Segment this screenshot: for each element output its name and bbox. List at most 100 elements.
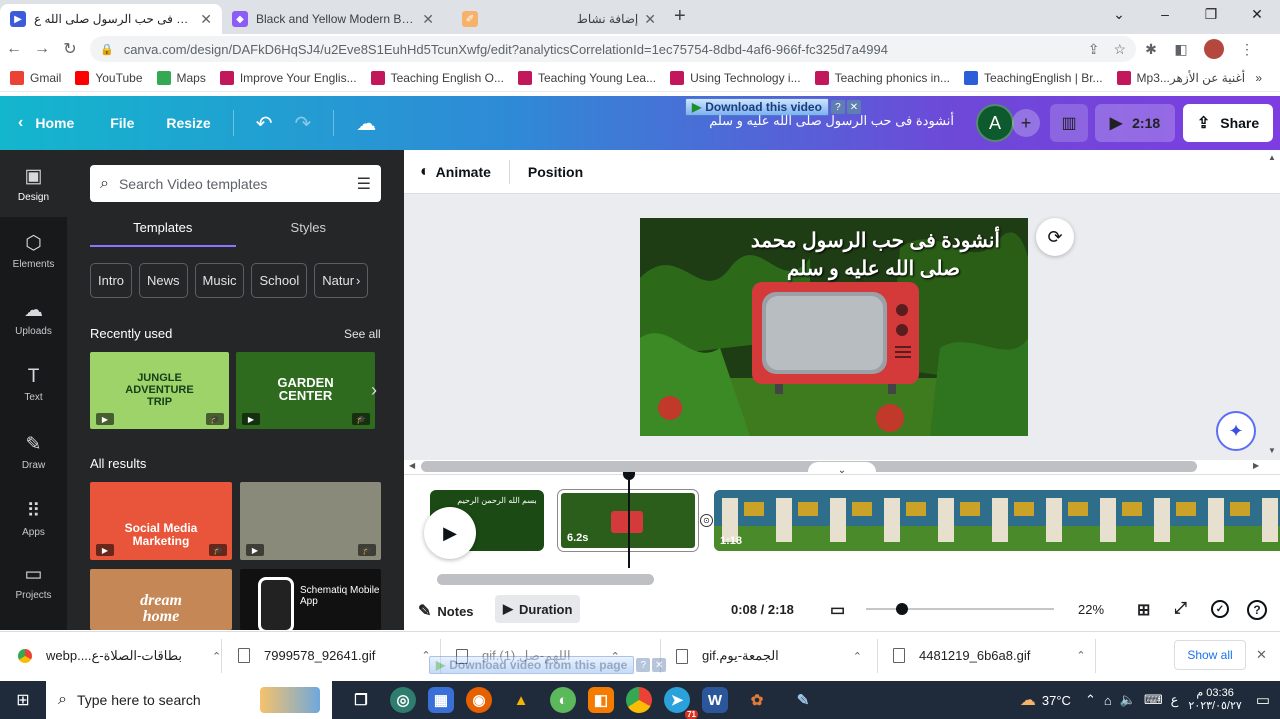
- chip-intro[interactable]: Intro: [90, 263, 133, 298]
- timeline-audio-clip[interactable]: 1:18: [714, 490, 1280, 551]
- chrome-icon[interactable]: [626, 687, 652, 713]
- position-button[interactable]: Position: [528, 164, 583, 180]
- add-collaborator-button[interactable]: +: [1012, 109, 1040, 137]
- scroll-right-icon[interactable]: ▶: [1253, 461, 1259, 470]
- close-tab-icon[interactable]: ✕: [200, 11, 212, 28]
- temperature[interactable]: 37°C: [1042, 693, 1071, 708]
- rail-item-text[interactable]: T Text: [0, 351, 67, 418]
- playhead[interactable]: [628, 476, 630, 568]
- new-tab-button[interactable]: +: [674, 5, 686, 28]
- share-page-icon[interactable]: ⇪: [1088, 41, 1100, 58]
- scroll-up-icon[interactable]: ▲: [1268, 153, 1276, 162]
- clip-handle-icon[interactable]: ⊙: [700, 514, 713, 527]
- bookmark-gmail[interactable]: Gmail: [10, 70, 61, 85]
- network-icon[interactable]: ⌨: [1144, 692, 1163, 708]
- volume-icon[interactable]: 🔈: [1120, 692, 1136, 708]
- chevron-up-icon[interactable]: ⌃: [1085, 692, 1096, 708]
- chip-music[interactable]: Music: [194, 263, 245, 298]
- weather-icon[interactable]: ☁: [1020, 690, 1036, 710]
- cloud-sync-icon[interactable]: ☁: [356, 111, 376, 136]
- scroll-down-icon[interactable]: ▼: [1268, 446, 1276, 455]
- help-icon[interactable]: ?: [830, 100, 845, 114]
- profile-avatar[interactable]: [1204, 39, 1224, 59]
- bookmark-maps[interactable]: Maps: [156, 70, 206, 85]
- windows-start-icon[interactable]: ⊞: [0, 681, 46, 719]
- grid-view-icon[interactable]: ⊞: [1137, 600, 1150, 620]
- design-canvas[interactable]: أنشودة فى حب الرسول محمد صلى الله عليه و…: [640, 218, 1028, 436]
- bookmark-item[interactable]: Teaching English O...: [370, 70, 504, 85]
- download-item[interactable]: 7999578_92641.gif ⌃: [238, 648, 431, 663]
- home-button[interactable]: ‹ Home: [18, 114, 74, 132]
- help-icon[interactable]: ?: [636, 658, 651, 672]
- see-all-link[interactable]: See all: [344, 327, 381, 341]
- chevron-up-icon[interactable]: ⌃: [853, 650, 862, 663]
- undo-icon[interactable]: ↶: [256, 111, 273, 136]
- file-button[interactable]: File: [110, 115, 134, 131]
- close-downloads-icon[interactable]: ✕: [1256, 647, 1267, 663]
- task-view-icon[interactable]: ❐: [344, 683, 378, 717]
- language-indicator[interactable]: ع: [1171, 692, 1179, 708]
- check-icon[interactable]: ✓: [1211, 600, 1229, 618]
- bookmark-youtube[interactable]: YouTube: [75, 70, 143, 85]
- app-icon[interactable]: ◧: [588, 687, 614, 713]
- menu-icon[interactable]: ⋮: [1232, 41, 1262, 58]
- rail-item-draw[interactable]: ✎ Draw: [0, 418, 67, 485]
- store-icon[interactable]: ▦: [428, 687, 454, 713]
- app-icon[interactable]: ✿: [740, 683, 774, 717]
- help-button[interactable]: ?: [1247, 600, 1267, 620]
- close-window-icon[interactable]: ✕: [1234, 0, 1280, 28]
- bookmark-item[interactable]: Teaching phonics in...: [814, 70, 950, 85]
- paint-icon[interactable]: ◐: [550, 687, 576, 713]
- close-tab-icon[interactable]: ✕: [644, 11, 656, 28]
- extensions-icon[interactable]: ✱: [1136, 41, 1166, 58]
- magic-sparkle-icon[interactable]: ✦: [1216, 411, 1256, 451]
- template-search-input[interactable]: ⌕ Search Video templates ☰: [90, 165, 381, 202]
- chip-nature[interactable]: Natur ›: [314, 263, 369, 298]
- word-icon[interactable]: W: [702, 687, 728, 713]
- forward-icon[interactable]: →: [28, 40, 56, 58]
- reload-icon[interactable]: ↻: [56, 39, 84, 59]
- fullscreen-icon[interactable]: ⤢: [1174, 600, 1187, 618]
- side-panel-icon[interactable]: ◧: [1166, 41, 1196, 58]
- show-all-downloads-button[interactable]: Show all: [1174, 640, 1246, 670]
- template-thumbnail[interactable]: Social Media Marketing ▶ 🎓: [90, 482, 232, 560]
- share-button[interactable]: ⇪ Share: [1183, 104, 1273, 142]
- tab-search-icon[interactable]: ⌄: [1096, 0, 1142, 28]
- template-thumbnail[interactable]: GARDEN CENTER ▶ 🎓: [236, 352, 375, 429]
- rail-item-projects[interactable]: ▭ Projects: [0, 552, 67, 612]
- redo-icon[interactable]: ↷: [294, 111, 311, 136]
- bookmark-item[interactable]: Using Technology i...: [670, 70, 801, 85]
- clock[interactable]: 03:36 م ٢٠٢٣/٠٥/٢٧: [1188, 687, 1241, 713]
- bookmark-item[interactable]: Improve Your Englis...: [219, 70, 357, 85]
- browser-tab-active[interactable]: ▶ أنشودة فى حب الرسول صلى الله ع... ✕: [0, 4, 222, 34]
- zoom-slider-handle[interactable]: [896, 603, 908, 615]
- chevron-up-icon[interactable]: ⌃: [1076, 649, 1085, 662]
- close-icon[interactable]: ✕: [652, 658, 667, 672]
- chevron-right-icon[interactable]: ›: [356, 273, 360, 288]
- download-page-overlay[interactable]: ▶ Download video from this page ? ✕: [429, 656, 687, 674]
- user-avatar[interactable]: A: [976, 104, 1014, 142]
- tab-styles[interactable]: Styles: [236, 220, 382, 247]
- download-item[interactable]: 4481219_6b6a8.gif ⌃: [893, 648, 1086, 663]
- notifications-icon[interactable]: ▭: [1256, 691, 1270, 709]
- page-view-icon[interactable]: ▭: [830, 600, 845, 620]
- zoom-level[interactable]: 22%: [1078, 602, 1104, 617]
- browser-tab[interactable]: ✕ إضافة نشاط ✐: [444, 4, 666, 34]
- rail-item-apps[interactable]: ⠿ Apps: [0, 485, 67, 552]
- rail-item-elements[interactable]: ⬡ Elements: [0, 217, 67, 284]
- taskbar-search-input[interactable]: ⌕ Type here to search: [46, 681, 332, 719]
- bookmark-item[interactable]: TeachingEnglish | Br...: [964, 70, 1103, 85]
- download-item[interactable]: الجمعة-يوم.gif ⌃: [676, 648, 862, 664]
- chip-news[interactable]: News: [139, 263, 188, 298]
- url-field[interactable]: 🔒 canva.com/design/DAFkD6HqSJ4/u2Eve8S1E…: [90, 36, 1136, 62]
- browser-tab[interactable]: ◆ Black and Yellow Modern Busine ✕: [222, 4, 444, 34]
- restore-icon[interactable]: ❐: [1188, 0, 1234, 28]
- rail-item-design[interactable]: ▣ Design: [0, 150, 67, 217]
- app-icon[interactable]: ✎: [786, 683, 820, 717]
- design-title[interactable]: أنشودة فى حب الرسول صلى الله عليه و سلم: [706, 113, 954, 129]
- present-button[interactable]: ▶ 2:18: [1095, 104, 1175, 142]
- app-icon[interactable]: ◎: [390, 687, 416, 713]
- telegram-icon[interactable]: ➤ 71: [664, 687, 698, 719]
- minimize-icon[interactable]: –: [1142, 0, 1188, 28]
- rail-item-uploads[interactable]: ☁ Uploads: [0, 284, 67, 351]
